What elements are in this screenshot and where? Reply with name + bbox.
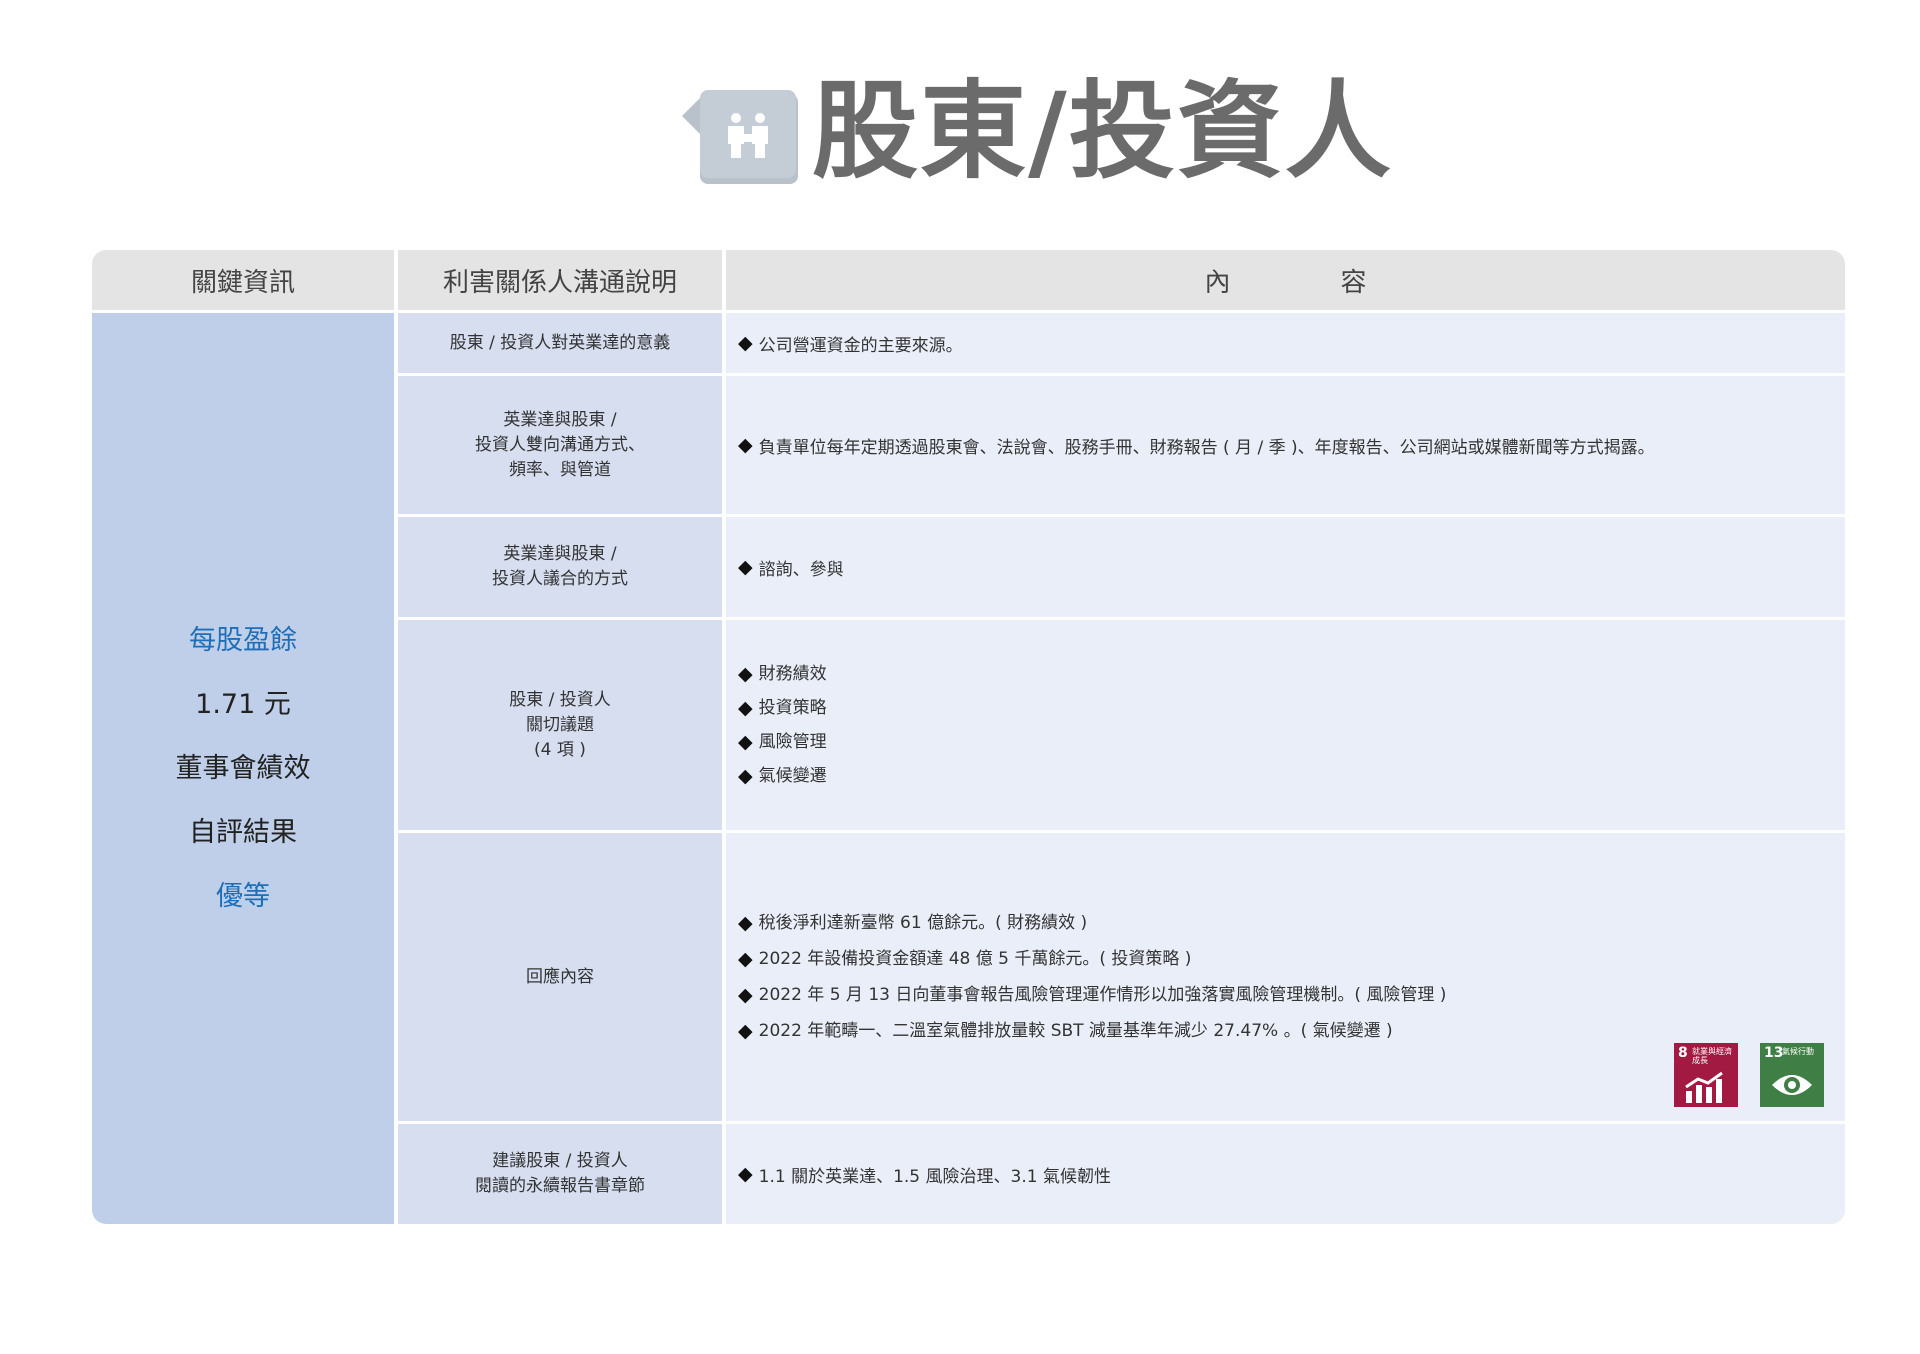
key-info-eps-label: 每股盈餘 <box>189 624 297 656</box>
page-title: 股東/投資人 <box>812 70 1393 193</box>
row-content: ◆ 1.1 關於英業達、1.5 風險治理、3.1 氣候韌性 <box>726 1124 1845 1224</box>
row-content: ◆ 財務績效 ◆ 投資策略 ◆ 風險管理 ◆ 氣候變遷 <box>726 620 1845 830</box>
row-label-line: (4 項 ) <box>534 739 586 760</box>
row-label-line: 股東 / 投資人 <box>509 689 611 710</box>
row-label-line: 閱讀的永續報告書章節 <box>475 1176 645 1196</box>
row-label-line: 投資人議合的方式 <box>492 569 628 589</box>
key-info-board-label: 董事會績效 <box>175 752 311 784</box>
bullet-diamond-icon: ◆ <box>738 912 753 934</box>
table-row: 回應內容 ◆ 稅後淨利達新臺幣 61 億餘元。( 財務績效 ) ◆ 2022 年設備… <box>398 833 1845 1121</box>
row-label-line: 投資人雙向溝通方式、 <box>475 434 645 455</box>
row-label-line: 英業達與股東 / <box>503 544 617 564</box>
header-communication: 利害關係人溝通說明 <box>398 250 722 310</box>
people-icon <box>682 90 798 184</box>
table-row: 英業達與股東 / 投資人雙向溝通方式、 頻率、與管道 ◆ 負責單位每年定期透過股東… <box>398 376 1845 514</box>
page-header: 股東/投資人 <box>682 72 1391 198</box>
row-label: 英業達與股東 / 投資人議合的方式 <box>398 517 722 617</box>
row-content: ◆ 公司營運資金的主要來源。 <box>726 313 1845 373</box>
table-row: 股東 / 投資人 關切議題 (4 項 ) ◆ 財務績效 ◆ 投資策略 ◆ 風險管理 ◆… <box>398 620 1845 830</box>
row-label: 股東 / 投資人對英業達的意義 <box>398 313 722 373</box>
list-item: ◆ 財務績效 <box>738 657 1845 691</box>
header-key-info: 關鍵資訊 <box>92 250 394 310</box>
header-content-char-1: 內 <box>1204 267 1231 298</box>
key-info-board-sub: 自評結果 <box>189 816 297 848</box>
list-item: ◆ 稅後淨利達新臺幣 61 億餘元。( 財務績效 ) <box>738 905 1845 941</box>
list-item: ◆ 1.1 關於英業達、1.5 風險治理、3.1 氣候韌性 <box>738 1163 1111 1187</box>
list-item: ◆ 投資策略 <box>738 691 1845 725</box>
bullet-diamond-icon: ◆ <box>738 765 753 787</box>
row-label-line: 回應內容 <box>526 966 594 987</box>
row-label-line: 頻率、與管道 <box>509 459 611 480</box>
eye-earth-icon <box>1772 1075 1812 1095</box>
bullet-diamond-icon: ◆ <box>738 697 753 719</box>
list-item: ◆ 2022 年 5 月 13 日向董事會報告風險管理運作情形以加強落實風險管理機… <box>738 977 1845 1013</box>
list-item: ◆ 公司營運資金的主要來源。 <box>738 332 963 356</box>
row-label-line: 股東 / 投資人對英業達的意義 <box>449 332 671 353</box>
row-label-line: 關切議題 <box>526 714 594 735</box>
table-row: 建議股東 / 投資人 閱讀的永續報告書章節 ◆ 1.1 關於英業達、1.5 風險治… <box>398 1124 1845 1224</box>
key-info-board-result: 優等 <box>216 880 270 912</box>
growth-chart-icon <box>1685 1071 1723 1103</box>
bullet-diamond-icon: ◆ <box>738 984 753 1006</box>
header-content: 內 容 <box>726 250 1845 310</box>
row-content: ◆ 負責單位每年定期透過股東會、法說會、股務手冊、財務報告 ( 月 / 季 )、年… <box>726 376 1845 514</box>
key-info-eps-value: 1.71 元 <box>195 688 291 720</box>
list-item: ◆ 負責單位每年定期透過股東會、法說會、股務手冊、財務報告 ( 月 / 季 )、年… <box>738 434 1655 458</box>
row-content: ◆ 稅後淨利達新臺幣 61 億餘元。( 財務績效 ) ◆ 2022 年設備投資金額達… <box>726 833 1845 1121</box>
bullet-diamond-icon: ◆ <box>738 731 753 753</box>
row-label-line: 英業達與股東 / <box>503 409 617 430</box>
bullet-diamond-icon: ◆ <box>738 1163 753 1185</box>
table-row: 股東 / 投資人對英業達的意義 ◆ 公司營運資金的主要來源。 <box>398 313 1845 373</box>
header-content-char-2: 容 <box>1340 267 1367 298</box>
list-item: ◆ 2022 年設備投資金額達 48 億 5 千萬餘元。( 投資策略 ) <box>738 941 1845 977</box>
row-label: 英業達與股東 / 投資人雙向溝通方式、 頻率、與管道 <box>398 376 722 514</box>
bullet-diamond-icon: ◆ <box>738 434 753 456</box>
row-label: 回應內容 <box>398 833 722 1121</box>
bullet-diamond-icon: ◆ <box>738 1020 753 1042</box>
list-item: ◆ 氣候變遷 <box>738 759 1845 793</box>
row-label-line: 建議股東 / 投資人 <box>492 1151 628 1171</box>
bullet-diamond-icon: ◆ <box>738 556 753 578</box>
table-row: 英業達與股東 / 投資人議合的方式 ◆ 諮詢、參與 <box>398 517 1845 617</box>
list-item: ◆ 風險管理 <box>738 725 1845 759</box>
key-info-column: 每股盈餘 1.71 元 董事會績效 自評結果 優等 <box>92 313 394 1224</box>
sdg-8-badge: 8 就業與經濟成長 <box>1674 1043 1738 1107</box>
row-content: ◆ 諮詢、參與 <box>726 517 1845 617</box>
bullet-diamond-icon: ◆ <box>738 332 753 354</box>
bullet-diamond-icon: ◆ <box>738 948 753 970</box>
list-item: ◆ 諮詢、參與 <box>738 556 844 580</box>
row-label: 建議股東 / 投資人 閱讀的永續報告書章節 <box>398 1124 722 1224</box>
sdg-13-badge: 13 氣候行動 <box>1760 1043 1824 1107</box>
bullet-diamond-icon: ◆ <box>738 663 753 685</box>
row-label: 股東 / 投資人 關切議題 (4 項 ) <box>398 620 722 830</box>
